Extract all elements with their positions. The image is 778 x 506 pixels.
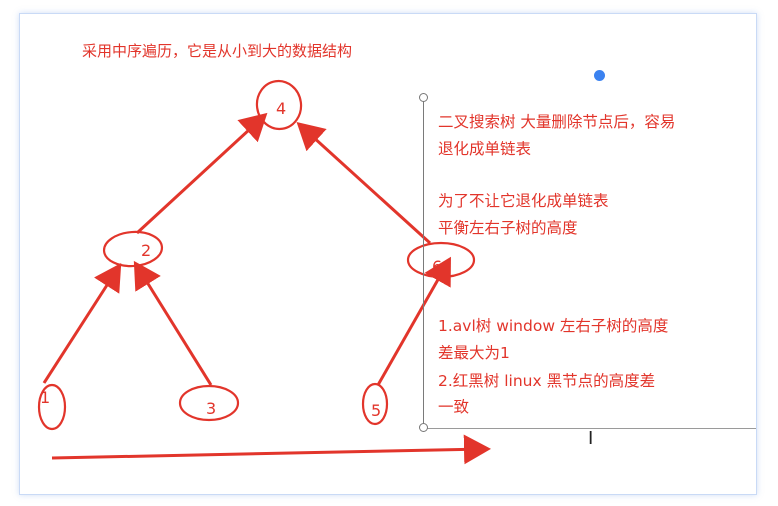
annotation-textbox[interactable]: 二叉搜索树 大量删除节点后，容易 退化成单链表 为了不让它退化成单链表 平衡左右… bbox=[423, 97, 756, 429]
textbox-line: 二叉搜索树 大量删除节点后，容易 bbox=[438, 113, 676, 131]
node-3-label: 3 bbox=[206, 399, 216, 418]
textbox-line: 为了不让它退化成单链表 bbox=[438, 192, 609, 210]
textbox-line: 平衡左右子树的高度 bbox=[438, 219, 578, 237]
arrow-3-to-2 bbox=[133, 260, 213, 386]
resize-handle-top-left[interactable] bbox=[419, 93, 428, 102]
text-cursor-icon: Ⅰ bbox=[588, 428, 594, 449]
textbox-line: 2.红黑树 linux 黑节点的高度差 bbox=[438, 372, 656, 390]
canvas: 4 2 6 1 3 5 采用中序遍历，它是从小到大的数据结构 二叉搜索树 大量删… bbox=[0, 0, 778, 506]
textbox-line: 差最大为1 bbox=[438, 344, 510, 362]
textbox-line: 1.avl树 window 左右子树的高度 bbox=[438, 317, 669, 335]
node-2-circle bbox=[102, 230, 164, 268]
node-5-label: 5 bbox=[371, 401, 381, 420]
rotate-handle-icon[interactable] bbox=[594, 70, 605, 81]
textbox-line: 退化成单链表 bbox=[438, 140, 532, 158]
traversal-arrow bbox=[51, 434, 491, 465]
arrow-2-to-4 bbox=[135, 112, 268, 235]
node-2-label: 2 bbox=[141, 241, 151, 260]
textbox-line: 一致 bbox=[438, 398, 470, 416]
node-1-label: 1 bbox=[40, 388, 50, 407]
arrow-6-to-4 bbox=[296, 121, 432, 245]
resize-handle-bottom-left[interactable] bbox=[419, 423, 428, 432]
node-4-label: 4 bbox=[276, 99, 286, 118]
arrow-1-to-2 bbox=[42, 262, 122, 384]
diagram-title: 采用中序遍历，它是从小到大的数据结构 bbox=[82, 42, 353, 60]
